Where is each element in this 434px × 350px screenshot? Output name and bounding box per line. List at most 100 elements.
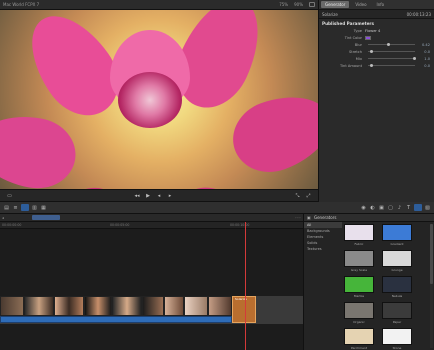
transform-icon[interactable]: ⤡ [294, 192, 301, 199]
color-board-icon[interactable]: ◐ [369, 205, 376, 211]
blur-value[interactable]: 0.42 [418, 43, 430, 47]
param-type-value[interactable]: Flower 4 [365, 29, 380, 33]
inspector-tabs: Generator Video Info [319, 0, 434, 10]
play-icon[interactable]: ▶ [145, 192, 152, 199]
mix-value[interactable]: 1.0 [418, 57, 430, 61]
video-clip[interactable] [112, 296, 142, 316]
tab-info[interactable]: Info [373, 1, 389, 8]
viewer-title-bar: Mac World FCPX 7 75% 90% [0, 0, 318, 10]
param-blur: Blur 0.42 [354, 42, 430, 47]
viewer-title: Mac World FCPX 7 [3, 2, 40, 7]
tint-amount-slider[interactable] [368, 64, 415, 67]
video-clip[interactable] [84, 296, 112, 316]
event-library-icon[interactable]: ▤ [3, 205, 10, 211]
stretch-slider[interactable] [368, 50, 415, 53]
trim-tool-icon[interactable]: ▥ [31, 205, 38, 211]
generator-thumb[interactable] [344, 328, 374, 345]
generator-thumb[interactable] [382, 276, 412, 293]
generator-thumb-label: Parchment [350, 346, 368, 350]
titles-icon[interactable]: T [405, 205, 412, 211]
generator-thumb-label: Fabric [354, 242, 364, 246]
generators-browser: ▣ Generators All Backgrounds Elements So… [303, 214, 434, 350]
skimming-icon[interactable]: ≡ [12, 205, 19, 211]
viewer-zoom[interactable]: 75% [279, 2, 288, 7]
generator-thumb-label: Organic [353, 320, 365, 324]
generator-thumb-label: Marble [353, 294, 365, 298]
generator-thumb-label: Grey Scale [350, 268, 368, 272]
browser-title: Generators [314, 215, 337, 220]
flower-petal [223, 82, 318, 183]
generator-thumb-label: Paper [392, 320, 402, 324]
tint-color-swatch[interactable] [365, 35, 371, 40]
video-clip[interactable] [0, 296, 24, 316]
timeline-back-icon[interactable]: ◂ [2, 216, 4, 220]
ruler-label: 00:00:10:00 [230, 223, 250, 227]
param-type: Type Flower 4 [353, 28, 381, 33]
blur-slider[interactable] [368, 43, 415, 46]
tint-amount-value[interactable]: 0.0 [418, 64, 430, 68]
next-frame-icon[interactable]: ▸ [167, 192, 174, 199]
previous-frame-icon[interactable]: ◂ [156, 192, 163, 199]
category-list: All Backgrounds Elements Solids Textures [304, 222, 342, 350]
main-toolbar: ▤ ≡ ▥ ▦ ◉ ◐ ▣ ▢ ♪ T ▧ [0, 202, 434, 214]
final-cut-pro-window: Mac World FCPX 7 75% 90% ▭ ◂◂ ▶ ◂ ▸ ⤡ ⤢ … [0, 0, 434, 350]
audio-meter-icon[interactable]: ◉ [360, 205, 367, 211]
inspector-clip-time: 00:00:13:23 [406, 11, 431, 17]
tab-generator[interactable]: Generator [321, 1, 350, 8]
photos-icon[interactable]: ▢ [387, 205, 394, 211]
param-mix: Mix 1.0 [355, 56, 430, 61]
themes-icon[interactable]: ▧ [424, 205, 431, 211]
playhead[interactable] [245, 222, 246, 350]
timeline-zoom-icon[interactable]: ◦◦◦ [295, 216, 301, 220]
video-clip[interactable] [184, 296, 208, 316]
viewer-controls: ▭ ◂◂ ▶ ◂ ▸ ⤡ ⤢ [0, 189, 318, 202]
timeline-index-pill[interactable] [31, 215, 60, 220]
video-clip[interactable] [24, 296, 54, 316]
generator-thumb[interactable] [382, 328, 412, 345]
timeline-ruler[interactable]: 00:00:00:00 00:00:05:00 00:00:10:00 [0, 222, 303, 229]
stretch-value[interactable]: 0.0 [418, 50, 430, 54]
viewer-settings-icon[interactable] [309, 2, 315, 7]
fullscreen-icon[interactable]: ⤢ [305, 192, 312, 199]
inspector-clip-bar: Solarize 00:00:13:23 [319, 10, 434, 19]
video-clip[interactable] [208, 296, 232, 316]
generator-thumb-label: Grunge [391, 268, 403, 272]
video-clip[interactable] [142, 296, 164, 316]
viewer-video-frame[interactable] [0, 10, 318, 189]
generator-thumb[interactable] [344, 224, 374, 241]
inspector-panel: Generator Video Info Solarize 00:00:13:2… [318, 0, 434, 202]
generators-button[interactable] [414, 204, 422, 211]
inspector-clip-name: Solarize [322, 11, 338, 17]
browser-header: ▣ Generators [304, 214, 434, 222]
timeline-header: ◂ ◦◦◦ [0, 214, 303, 222]
generator-thumb[interactable] [344, 302, 374, 319]
media-browser-icon[interactable]: ▣ [378, 205, 385, 211]
generator-thumb[interactable] [382, 302, 412, 319]
viewer-zoom-secondary[interactable]: 90% [294, 2, 303, 7]
select-tool-button[interactable] [21, 204, 29, 211]
timeline[interactable]: ◂ ◦◦◦ 00:00:00:00 00:00:05:00 00:00:10:0… [0, 214, 303, 350]
tab-video[interactable]: Video [351, 1, 370, 8]
generator-thumb[interactable] [382, 224, 412, 241]
generator-thumb[interactable] [344, 276, 374, 293]
audio-waveform[interactable] [0, 316, 232, 323]
inspector-section-title: Published Parameters [322, 21, 374, 26]
category-textures[interactable]: Textures [304, 246, 342, 252]
video-clip[interactable] [54, 296, 84, 316]
range-tool-icon[interactable]: ▦ [40, 205, 47, 211]
mix-slider[interactable] [368, 57, 416, 60]
browser-scrollbar[interactable] [430, 224, 433, 348]
generator-thumb[interactable] [344, 250, 374, 267]
generator-thumb-label: Nebula [391, 294, 403, 298]
browser-toggle-icon[interactable]: ▣ [307, 215, 312, 220]
video-clip[interactable] [164, 296, 184, 316]
music-icon[interactable]: ♪ [396, 205, 403, 211]
viewer-options-icon[interactable]: ▭ [6, 192, 13, 199]
ruler-label: 00:00:00:00 [2, 223, 22, 227]
rewind-icon[interactable]: ◂◂ [134, 192, 141, 199]
param-tint-amount: Tint Amount 0.0 [339, 63, 430, 68]
generator-thumb[interactable] [382, 250, 412, 267]
param-tint-color: Tint Color [319, 34, 434, 41]
flower-petal [0, 108, 82, 189]
generator-clip[interactable]: Solarize [232, 296, 256, 323]
